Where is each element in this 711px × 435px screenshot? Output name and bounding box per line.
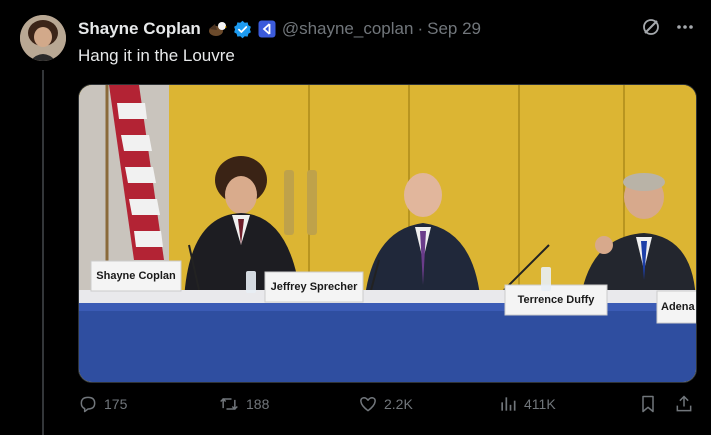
nameplate-2: Jeffrey Sprecher <box>271 281 359 293</box>
author-handle[interactable]: @shayne_coplan <box>282 19 414 39</box>
like-button[interactable]: 2.2K <box>358 394 413 414</box>
reply-button[interactable]: 175 <box>78 394 127 414</box>
share-button[interactable] <box>674 394 694 414</box>
tweet-date[interactable]: Sep 29 <box>427 19 481 39</box>
tweet-text: Hang it in the Louvre <box>78 46 235 65</box>
tweet-header: Shayne Coplan @shayne_coplan · Sep 29 <box>78 17 481 41</box>
thread-line <box>42 70 44 435</box>
retweet-icon <box>218 394 240 414</box>
retweet-count: 188 <box>246 396 270 412</box>
grok-icon[interactable] <box>641 17 661 42</box>
tweet-top-actions <box>641 17 695 42</box>
verified-badge-icon[interactable] <box>233 20 252 39</box>
tweet-actions: 175 188 2.2K 411K <box>78 394 695 420</box>
reply-count: 175 <box>104 396 128 412</box>
media-photo: Shayne Coplan Jeffrey Sprecher Terrence … <box>79 85 696 382</box>
more-icon[interactable] <box>675 17 695 42</box>
share-icon <box>674 394 694 414</box>
author-name[interactable]: Shayne Coplan <box>78 19 201 39</box>
separator-dot: · <box>417 19 424 38</box>
views-icon <box>498 394 518 414</box>
retweet-button[interactable]: 188 <box>218 394 269 414</box>
nameplate-1: Shayne Coplan <box>96 270 176 282</box>
views-count: 411K <box>524 396 556 412</box>
heart-icon <box>358 394 378 414</box>
views-button[interactable]: 411K <box>498 394 556 414</box>
reply-icon <box>78 394 98 414</box>
tweet-media[interactable]: Shayne Coplan Jeffrey Sprecher Terrence … <box>78 84 697 383</box>
nameplate-4: Adena <box>661 301 696 313</box>
avatar-image <box>20 15 66 61</box>
affiliate-badge-icon[interactable] <box>258 20 276 38</box>
bookmark-button[interactable] <box>638 394 658 414</box>
like-count: 2.2K <box>384 396 413 412</box>
nameplate-3: Terrence Duffy <box>518 294 596 306</box>
eagle-icon <box>207 20 227 38</box>
avatar[interactable] <box>20 15 66 61</box>
bookmark-icon <box>638 394 658 414</box>
